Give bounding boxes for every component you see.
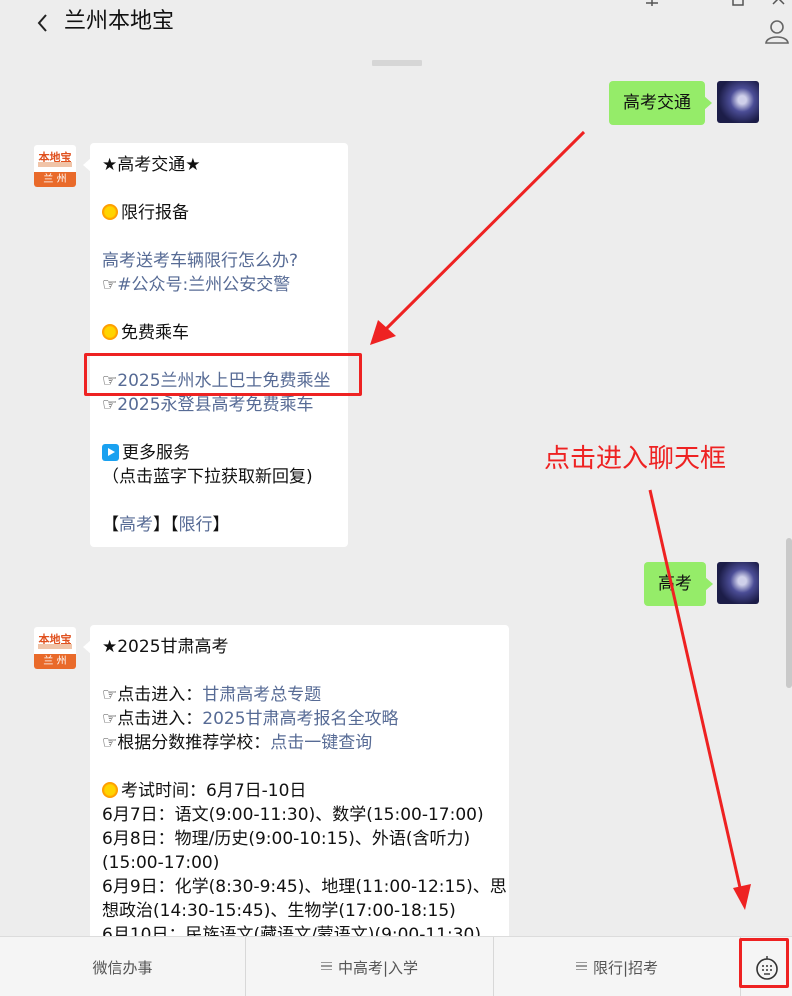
chevron-left-icon: [37, 14, 47, 32]
more-services: 更多服务: [102, 441, 336, 465]
menu-icon: [320, 960, 332, 973]
section-label: 限行报备: [121, 203, 189, 223]
avatar-subline: [38, 644, 72, 649]
hint-text: （点击蓝字下拉获取新回复): [102, 467, 313, 487]
message-title: ★高考交通★: [102, 155, 201, 175]
profile-button[interactable]: [764, 18, 790, 44]
exam-time-label: 考试时间：6月7日-10日: [121, 781, 307, 801]
exam-time: 考试时间：6月7日-10日: [102, 779, 497, 803]
link-gaokao-topic[interactable]: 甘肃高考总专题: [202, 685, 321, 705]
link-traffic-restriction[interactable]: 高考送考车辆限行怎么办?: [102, 249, 336, 273]
chat-area[interactable]: 高考交通 本地宝 兰 州 ★高考交通★ 限行报备 高考送考车辆限行怎么办? ☞#…: [0, 58, 792, 936]
bracket: 】: [212, 515, 230, 535]
user-avatar[interactable]: [717, 81, 759, 123]
menu-label: 微信办事: [92, 959, 153, 977]
schedule-line: 6月10日：民族语文(藏语文/蒙语文)(9:00-11:30): [102, 925, 482, 936]
menu-label: 中高考|入学: [337, 959, 419, 977]
bot-avatar[interactable]: 本地宝 兰 州: [34, 145, 76, 187]
avatar-city: 兰 州: [34, 172, 76, 187]
bracket: 】: [153, 515, 170, 535]
highlight-box: [739, 938, 789, 988]
play-icon: [102, 444, 119, 461]
schedule-line: 6月9日：化学(8:30-9:45)、地理(11:00-12:15)、思: [102, 877, 507, 897]
user-message[interactable]: 高考: [644, 562, 713, 606]
message-title: ★2025甘肃高考: [102, 637, 229, 657]
chat-title: 兰州本地宝: [64, 9, 175, 34]
bot-message: ★2025甘肃高考 ☞点击进入：甘肃高考总专题 ☞点击进入：2025甘肃高考报名…: [83, 625, 509, 936]
menu-icon: [575, 960, 587, 973]
pointing-hand-icon: ☞: [102, 275, 118, 295]
link-traffic-police[interactable]: #公众号:兰州公安交警: [117, 275, 290, 295]
section-heading: 限行报备: [102, 201, 336, 225]
person-icon: [765, 20, 789, 44]
annotation-text: 点击进入聊天框: [544, 444, 727, 474]
tag-gaokao[interactable]: 高考: [119, 515, 153, 535]
pointing-hand-icon: ☞: [102, 395, 118, 415]
section-label: 免费乘车: [121, 323, 189, 343]
back-button[interactable]: [32, 8, 56, 38]
scrollbar[interactable]: [786, 538, 792, 688]
row-label: ☞点击进入：: [102, 685, 203, 705]
chat-header: 兰州本地宝: [0, 0, 792, 58]
message-text: 高考交通: [623, 93, 691, 113]
close-icon[interactable]: [770, 0, 786, 6]
avatar-city: 兰 州: [34, 654, 76, 669]
message-text: 高考: [658, 574, 692, 594]
link-registration-guide[interactable]: 2025甘肃高考报名全攻略: [202, 709, 398, 729]
bot-message: ★高考交通★ 限行报备 高考送考车辆限行怎么办? ☞#公众号:兰州公安交警 免费…: [83, 143, 348, 547]
sun-icon: [102, 324, 118, 340]
more-label: 更多服务: [122, 443, 190, 463]
menu-admission[interactable]: 中高考|入学: [246, 937, 493, 996]
link-school-query[interactable]: 点击一键查询: [270, 733, 372, 753]
tag-restriction[interactable]: 限行: [179, 515, 213, 535]
schedule-line: 6月8日：物理/历史(9:00-10:15)、外语(含听力): [102, 829, 471, 849]
maximize-icon[interactable]: [730, 0, 746, 6]
menu-wechat-services[interactable]: 微信办事: [0, 937, 245, 996]
sun-icon: [102, 782, 118, 798]
highlight-box: [84, 353, 362, 396]
menu-label: 限行|招考: [592, 959, 659, 977]
schedule-line: 6月7日：语文(9:00-11:30)、数学(15:00-17:00): [102, 805, 484, 825]
sun-icon: [102, 204, 118, 220]
row-label: ☞点击进入：: [102, 709, 203, 729]
menu-restriction[interactable]: 限行|招考: [494, 937, 740, 996]
bracket: 【: [170, 515, 179, 535]
schedule-line: (15:00-17:00): [102, 853, 220, 873]
minimize-icon[interactable]: [644, 0, 660, 6]
row-label: ☞根据分数推荐学校：: [102, 733, 271, 753]
section-heading: 免费乘车: [102, 321, 336, 345]
bracket: 【: [102, 515, 119, 535]
schedule-line: 想政治(14:30-15:45)、生物学(17:00-18:15): [102, 901, 456, 921]
link-yongdeng-bus[interactable]: 2025永登县高考免费乘车: [117, 395, 313, 415]
bot-avatar[interactable]: 本地宝 兰 州: [34, 627, 76, 669]
user-avatar[interactable]: [717, 562, 759, 604]
avatar-subline: [38, 162, 72, 167]
bottom-menu: 微信办事 中高考|入学 限行|招考: [0, 936, 792, 996]
user-message[interactable]: 高考交通: [609, 81, 712, 125]
